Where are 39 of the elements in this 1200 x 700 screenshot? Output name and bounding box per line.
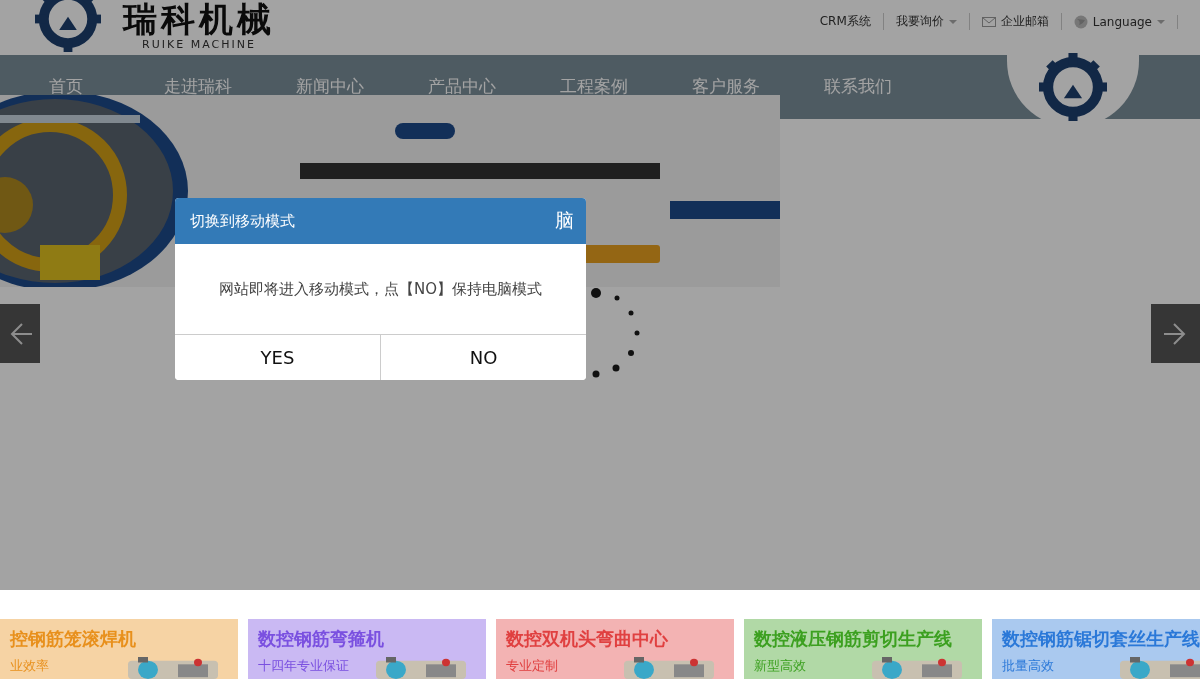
- top-link[interactable]: 企业邮箱: [969, 13, 1062, 30]
- logo-text: 瑞科机械: [123, 0, 275, 38]
- product-title: 数控钢筋弯箍机: [258, 627, 384, 651]
- nav-item[interactable]: 客户服务: [660, 75, 792, 98]
- nav-item[interactable]: 走进瑞科: [132, 75, 264, 98]
- gear-logo-icon: [1039, 53, 1107, 121]
- globe-icon: [1073, 14, 1088, 29]
- envelope-icon: [981, 16, 996, 27]
- product-subtitle: 业效率: [10, 657, 49, 675]
- product-subtitle: 专业定制: [506, 657, 558, 675]
- dialog-title: 切换到移动模式: [190, 211, 295, 231]
- next-button[interactable]: [1151, 304, 1200, 363]
- product-card[interactable]: 数控双机头弯曲中心 专业定制: [496, 619, 734, 679]
- nav-item[interactable]: 产品中心: [396, 75, 528, 98]
- top-link[interactable]: CRM系统: [807, 13, 884, 30]
- product-card[interactable]: 数控液压钢筋剪切生产线 新型高效: [744, 619, 982, 679]
- caret-icon: [1157, 19, 1165, 24]
- top-link[interactable]: Language: [1061, 14, 1178, 29]
- product-title: 数控双机头弯曲中心: [506, 627, 668, 651]
- dialog-button[interactable]: NO: [380, 335, 586, 380]
- product-title: 数控钢筋锯切套丝生产线: [1002, 627, 1200, 651]
- close-button[interactable]: 脑: [555, 208, 574, 234]
- nav-item[interactable]: 首页: [0, 75, 132, 98]
- product-subtitle: 批量高效: [1002, 657, 1054, 675]
- product-subtitle: 新型高效: [754, 657, 806, 675]
- product-card[interactable]: 数控钢筋弯箍机 十四年专业保证: [248, 619, 486, 679]
- product-title: 控钢筋笼滚焊机: [10, 627, 136, 651]
- previous-button[interactable]: [0, 304, 40, 363]
- logo-subtext: RUIKE MACHINE: [142, 38, 256, 51]
- nav-item[interactable]: 联系我们: [792, 75, 924, 98]
- gear-logo-icon: [35, 0, 101, 52]
- product-card[interactable]: 控钢筋笼滚焊机 业效率: [0, 619, 238, 679]
- nav-item[interactable]: 工程案例: [528, 75, 660, 98]
- product-title: 数控液压钢筋剪切生产线: [754, 627, 952, 651]
- product-card[interactable]: 数控钢筋锯切套丝生产线 批量高效: [992, 619, 1200, 679]
- nav-item[interactable]: 新闻中心: [264, 75, 396, 98]
- caret-icon: [948, 19, 957, 24]
- top-link[interactable]: 我要询价: [883, 13, 970, 30]
- product-subtitle: 十四年专业保证: [258, 657, 349, 675]
